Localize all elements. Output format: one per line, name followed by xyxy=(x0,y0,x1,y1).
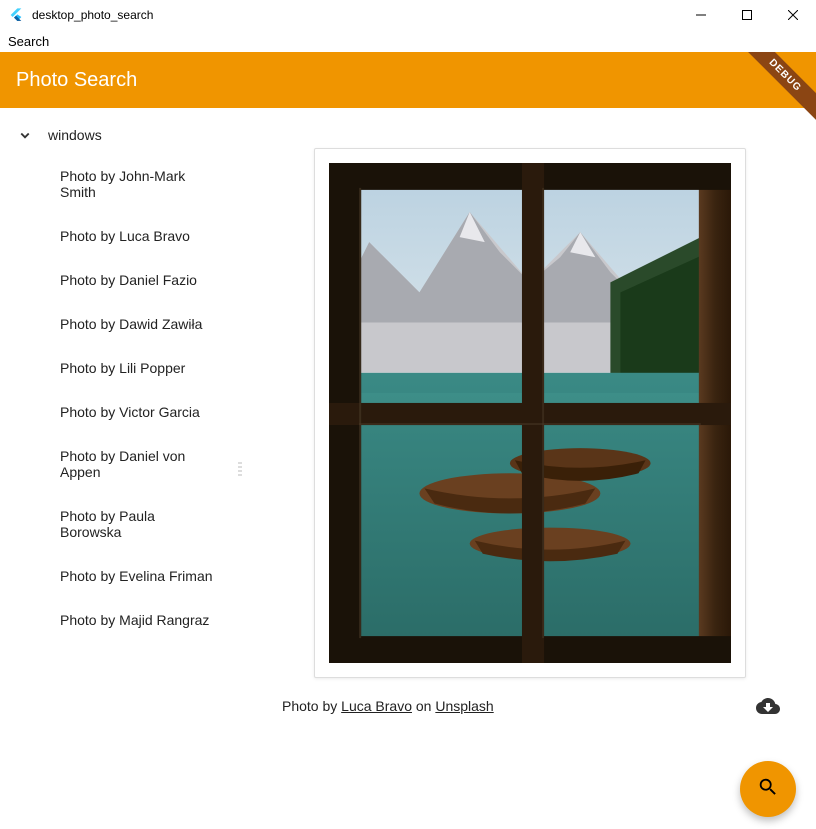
cloud-download-icon[interactable] xyxy=(756,694,780,718)
minimize-button[interactable] xyxy=(678,0,724,30)
app-bar: Photo Search DEBUG xyxy=(0,52,816,108)
sidebar-item[interactable]: Photo by John-Mark Smith xyxy=(0,154,236,214)
app-title: Photo Search xyxy=(16,69,137,92)
menu-search[interactable]: Search xyxy=(8,34,49,49)
tree-header[interactable]: windows xyxy=(0,116,236,154)
source-link[interactable]: Unsplash xyxy=(435,698,493,714)
search-icon xyxy=(757,776,779,803)
sidebar-item[interactable]: Photo by Paula Borowska xyxy=(0,494,236,554)
sidebar-item[interactable]: Photo by Lili Popper xyxy=(0,346,236,390)
sidebar: windows Photo by John-Mark Smith Photo b… xyxy=(0,108,236,829)
main-panel: Photo by Luca Bravo on Unsplash xyxy=(244,108,816,829)
sidebar-item[interactable]: Photo by Dawid Zawiła xyxy=(0,302,236,346)
close-button[interactable] xyxy=(770,0,816,30)
sidebar-item[interactable]: Photo by Majid Rangraz xyxy=(0,598,236,642)
tree-query-label: windows xyxy=(48,127,102,143)
author-link[interactable]: Luca Bravo xyxy=(341,698,412,714)
sidebar-item[interactable]: Photo by Daniel von Appen xyxy=(0,434,236,494)
content: windows Photo by John-Mark Smith Photo b… xyxy=(0,108,816,829)
chevron-down-icon xyxy=(16,126,34,144)
title-bar: desktop_photo_search xyxy=(0,0,816,30)
splitter-handle[interactable] xyxy=(236,108,244,829)
caption-row: Photo by Luca Bravo on Unsplash xyxy=(280,694,780,718)
maximize-button[interactable] xyxy=(724,0,770,30)
sidebar-item[interactable]: Photo by Luca Bravo xyxy=(0,214,236,258)
caption-mid: on xyxy=(412,698,435,714)
photo-caption: Photo by Luca Bravo on Unsplash xyxy=(282,694,494,718)
sidebar-item[interactable]: Photo by Evelina Friman xyxy=(0,554,236,598)
photo-card xyxy=(314,148,746,678)
caption-prefix: Photo by xyxy=(282,698,341,714)
sidebar-item[interactable]: Photo by Victor Garcia xyxy=(0,390,236,434)
sidebar-item[interactable]: Photo by Daniel Fazio xyxy=(0,258,236,302)
menu-bar: Search xyxy=(0,30,816,52)
window-controls xyxy=(678,0,816,30)
flutter-icon xyxy=(8,7,24,23)
search-fab[interactable] xyxy=(740,761,796,817)
photo-image xyxy=(329,163,731,663)
window-title: desktop_photo_search xyxy=(32,8,153,22)
